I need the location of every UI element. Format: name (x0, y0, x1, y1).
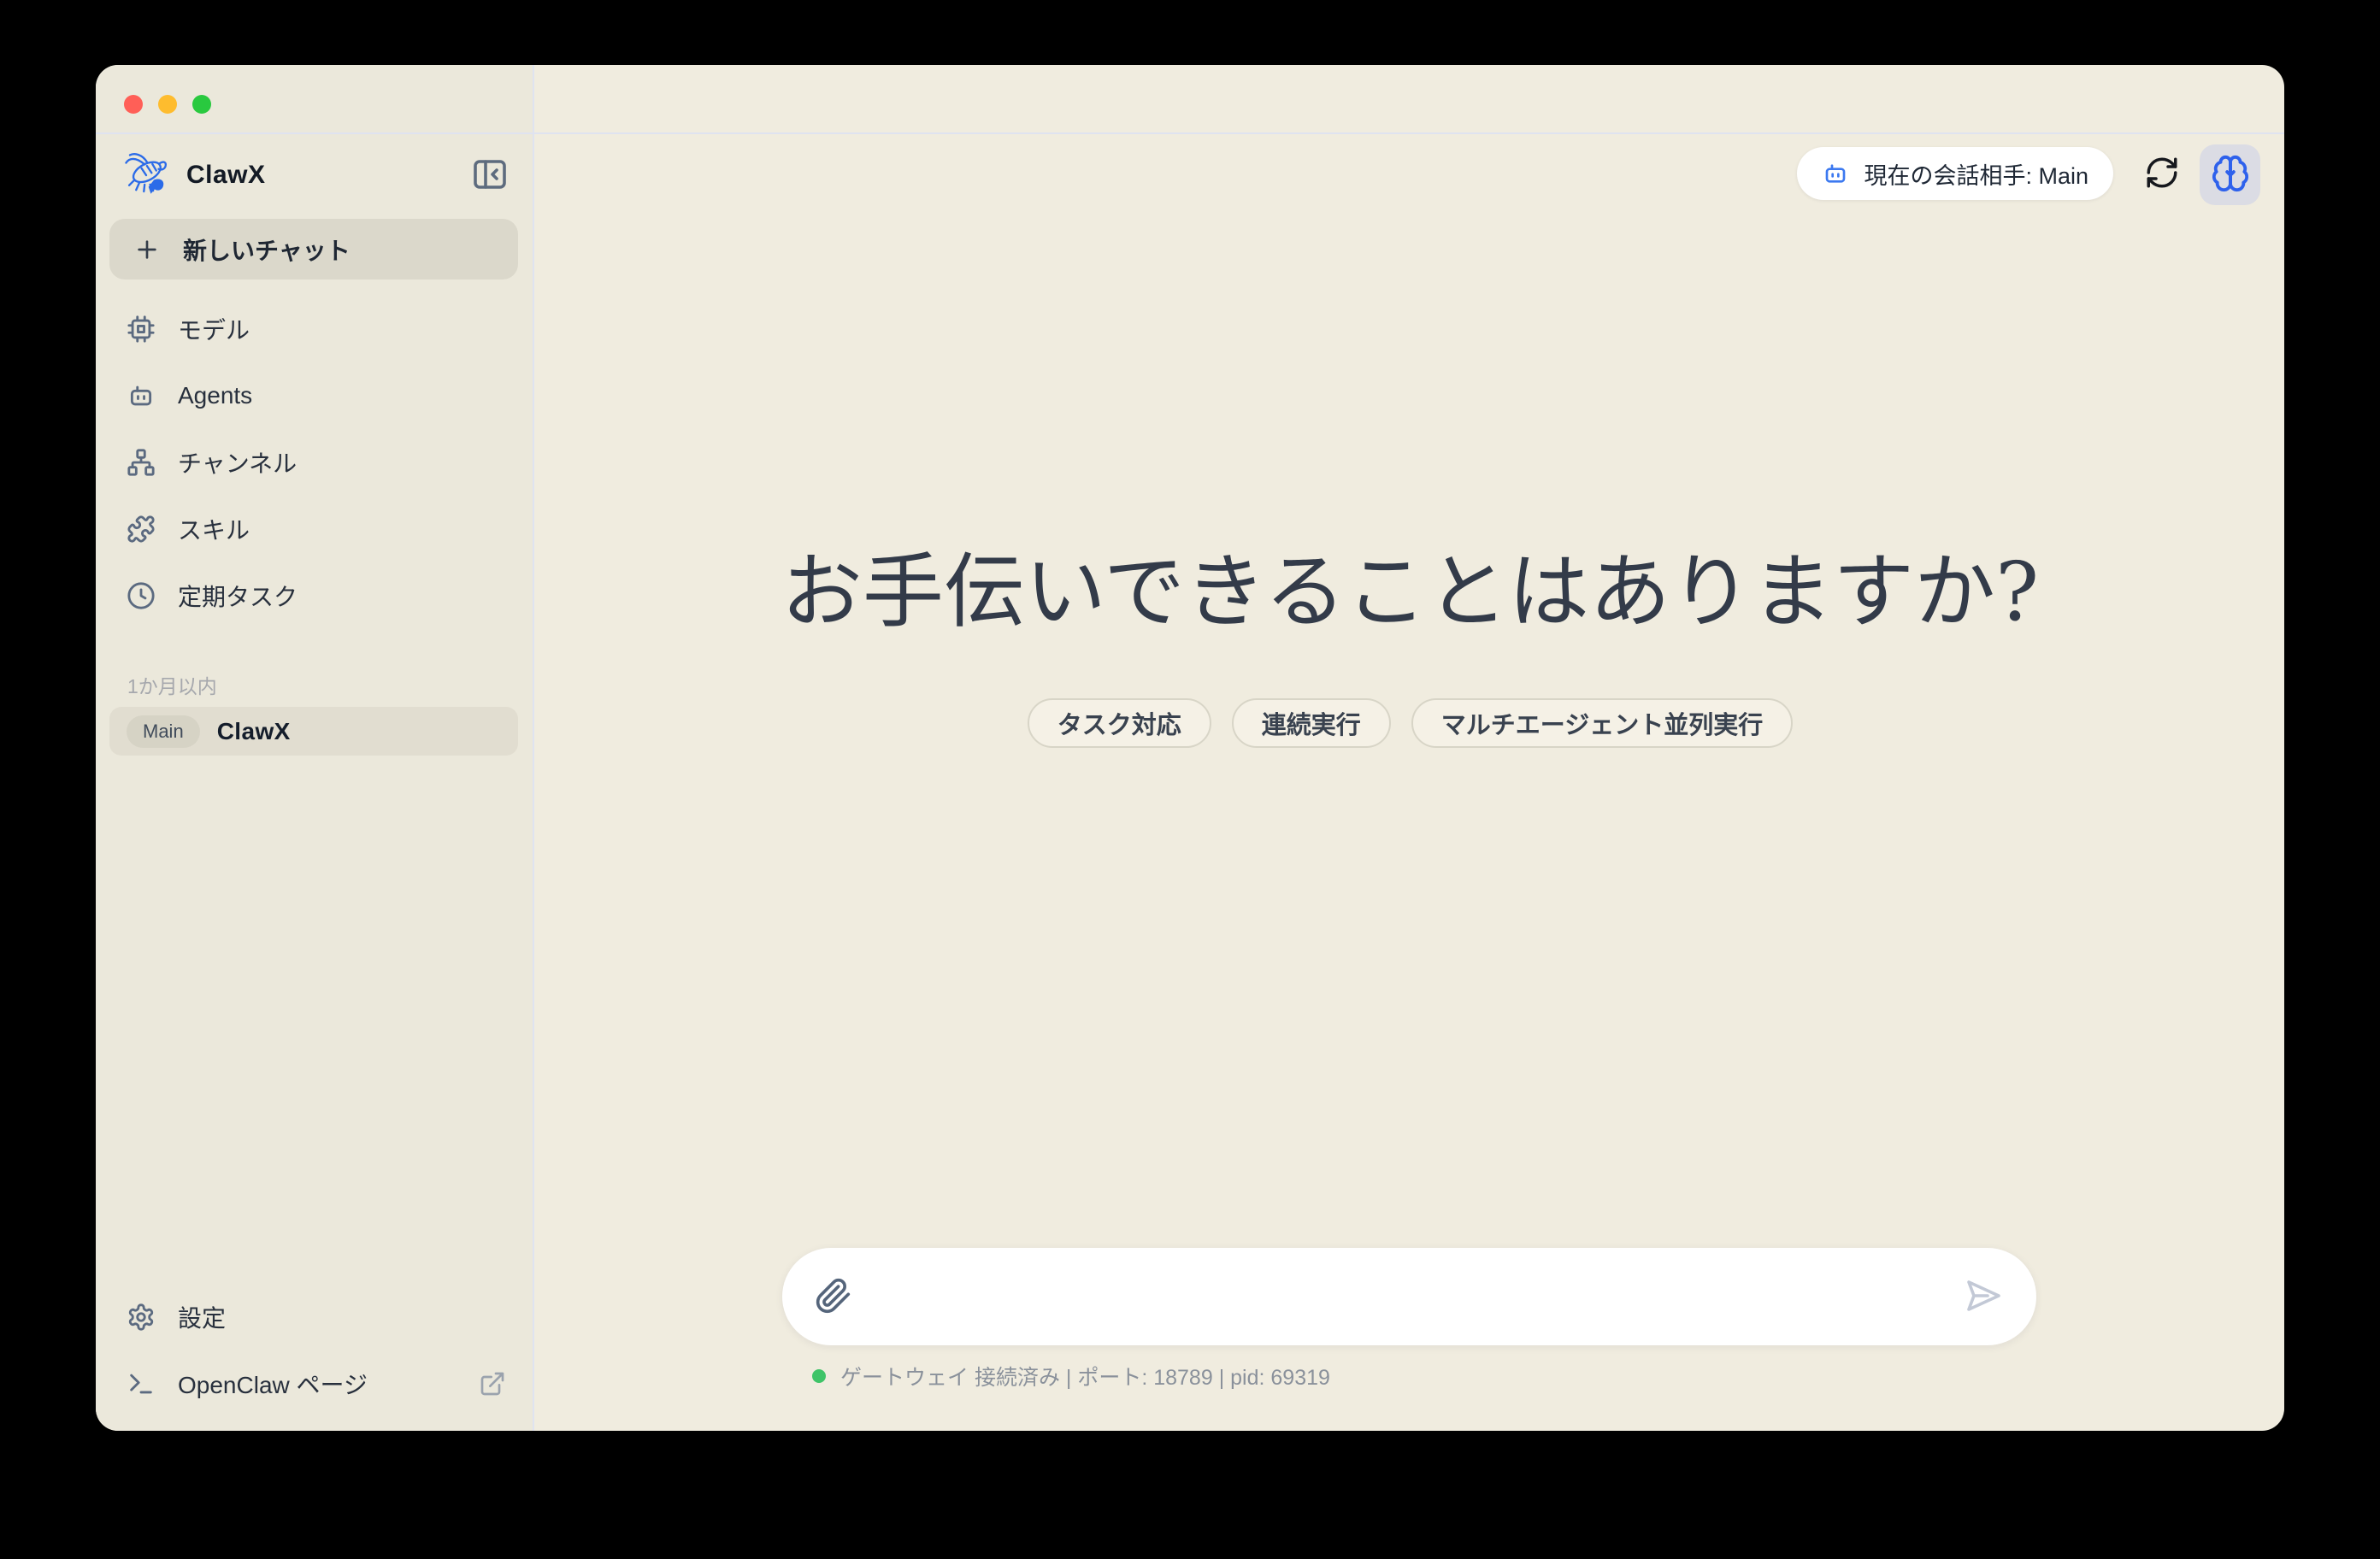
sidebar-item-skills[interactable]: スキル (109, 496, 518, 562)
current-conversation-button[interactable]: 現在の会話相手: Main (1797, 147, 2113, 200)
message-input[interactable] (876, 1248, 1939, 1345)
history-section-label: 1か月以内 (127, 670, 217, 699)
suggestion-chips: タスク対応 連続実行 マルチエージェント並列実行 (536, 698, 2284, 748)
clawx-logo-icon (121, 150, 171, 200)
robot-icon (1822, 160, 1849, 187)
new-chat-button[interactable]: 新しいチャット (109, 219, 518, 279)
sidebar-item-models[interactable]: モデル (109, 296, 518, 362)
sidebar-nav: モデル Agents (109, 296, 518, 629)
sidebar-item-label: モデル (178, 312, 250, 346)
gateway-status-text: ゲートウェイ 接続済み | ポート: 18789 | pid: 69319 (840, 1361, 1330, 1391)
send-button[interactable] (1961, 1274, 2006, 1319)
robot-icon (127, 381, 156, 410)
sidebar-item-scheduled-tasks[interactable]: 定期タスク (109, 562, 518, 629)
brain-icon (2211, 154, 2250, 196)
chat-history-item[interactable]: Main ClawX (109, 707, 518, 756)
main-area: 現在の会話相手: Main (536, 65, 2284, 1431)
sidebar-item-settings[interactable]: 設定 (109, 1284, 518, 1350)
app-window: ClawX 新しいチャット (96, 65, 2284, 1431)
sidebar-item-label: チャンネル (178, 445, 297, 479)
sidebar-header: ClawX (121, 150, 510, 201)
close-window-button[interactable] (124, 95, 143, 114)
message-composer (782, 1248, 2036, 1345)
network-icon (127, 448, 156, 477)
status-dot (812, 1369, 826, 1383)
refresh-button[interactable] (2141, 152, 2183, 195)
gateway-status: ゲートウェイ 接続済み | ポート: 18789 | pid: 69319 (812, 1361, 1330, 1391)
sidebar-item-label: スキル (178, 512, 250, 546)
suggestion-chip-continuous[interactable]: 連続実行 (1232, 698, 1391, 748)
refresh-icon (2144, 155, 2180, 193)
panel-collapse-icon (469, 154, 510, 197)
zoom-window-button[interactable] (192, 95, 211, 114)
paperclip-icon (815, 1277, 852, 1317)
suggestion-chip-multiagent[interactable]: マルチエージェント並列実行 (1411, 698, 1793, 748)
window-controls (124, 95, 211, 114)
sidebar-item-openclaw-page[interactable]: OpenClaw ページ (109, 1350, 518, 1417)
send-icon (1963, 1275, 2004, 1319)
external-link-icon (479, 1370, 506, 1397)
sidebar-item-agents[interactable]: Agents (109, 362, 518, 429)
sidebar-item-label: 定期タスク (178, 579, 298, 613)
new-chat-label: 新しいチャット (183, 232, 351, 267)
clock-icon (127, 581, 156, 610)
current-conversation-label: 現在の会話相手: Main (1864, 157, 2088, 191)
sidebar-item-label: Agents (178, 382, 252, 409)
chat-history-label: ClawX (217, 718, 291, 745)
terminal-icon (127, 1369, 156, 1398)
puzzle-icon (127, 515, 156, 544)
attach-button[interactable] (813, 1276, 854, 1317)
app-title: ClawX (186, 161, 266, 190)
suggestion-chip-task[interactable]: タスク対応 (1028, 698, 1211, 748)
desktop-background: ClawX 新しいチャット (0, 0, 2380, 1559)
minimize-window-button[interactable] (158, 95, 177, 114)
plus-icon (133, 236, 161, 263)
sidebar-item-label: OpenClaw ページ (178, 1367, 368, 1401)
sidebar: ClawX 新しいチャット (96, 65, 534, 1431)
sidebar-collapse-button[interactable] (469, 155, 510, 196)
cpu-icon (127, 315, 156, 344)
sidebar-footer: 設定 OpenClaw ページ (109, 1284, 518, 1417)
sidebar-item-label: 設定 (178, 1300, 226, 1334)
gear-icon (127, 1303, 156, 1332)
sidebar-item-channels[interactable]: チャンネル (109, 429, 518, 496)
agent-badge: Main (127, 715, 200, 748)
welcome-heading: お手伝いできることはありますか? (536, 546, 2284, 639)
brain-button[interactable] (2200, 144, 2260, 205)
titlebar-divider (96, 132, 2284, 134)
